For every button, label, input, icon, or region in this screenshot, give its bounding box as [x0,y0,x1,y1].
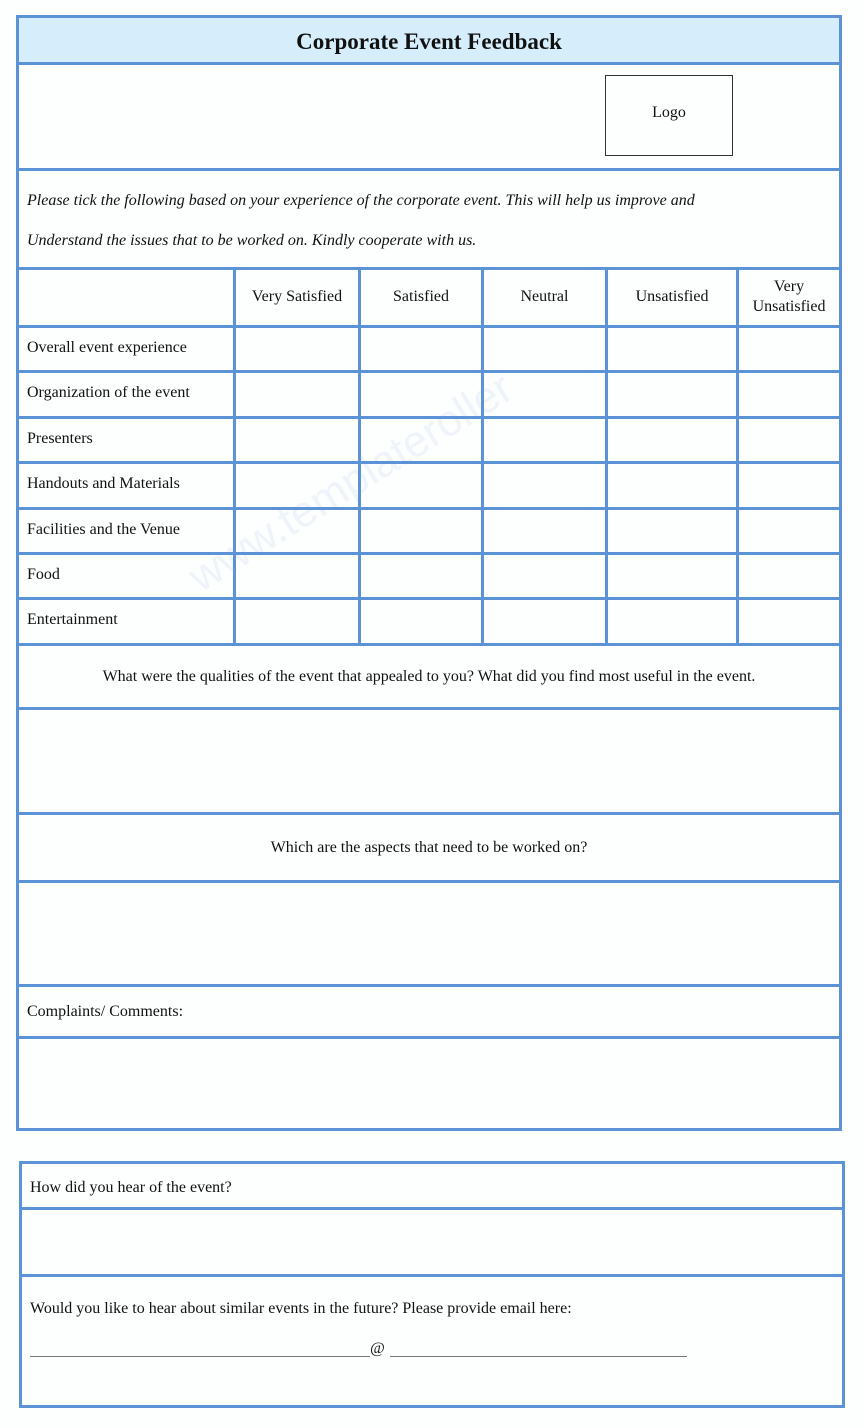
email-user-field[interactable] [30,1356,370,1357]
row-label: Food [27,566,60,583]
divider [19,984,839,987]
row-label: Handouts and Materials [27,475,180,493]
rating-cell[interactable] [739,600,839,642]
rating-cell[interactable] [236,600,358,642]
row-label: Presenters [27,429,93,447]
rating-cell[interactable] [608,464,736,506]
email-question: Would you like to hear about similar eve… [30,1300,572,1317]
rating-cell[interactable] [236,464,358,506]
rating-cell[interactable] [739,328,839,370]
rating-cell[interactable] [361,510,481,552]
column-header-line: Unsatisfied [752,298,826,315]
email-at-sign: @ [370,1340,385,1357]
hear-answer-area[interactable] [22,1210,842,1274]
rating-cell[interactable] [361,464,481,506]
rating-cell[interactable] [608,419,736,461]
rating-cell[interactable] [608,510,736,552]
rating-cell[interactable] [484,510,605,552]
rating-cell[interactable] [236,555,358,597]
feedback-form: Corporate Event Feedback Logo Please tic… [16,15,842,1131]
followup-form: How did you hear of the event? Would you… [19,1161,845,1408]
rating-cell[interactable] [608,373,736,415]
column-header: Satisfied [393,288,449,305]
row-label: Organization of the event [27,384,190,402]
row-divider [19,642,839,646]
column-header-line: Very [773,278,805,295]
row-label: Entertainment [27,611,118,629]
rating-cell[interactable] [739,373,839,415]
column-header: Very Unsatisfied [739,277,839,317]
column-header: Very Satisfied [251,288,343,305]
complaints-area[interactable] [19,1039,839,1128]
rating-cell[interactable] [739,510,839,552]
row-label: Overall event experience [27,339,187,356]
divider [19,812,839,815]
rating-cell[interactable] [739,555,839,597]
rating-cell[interactable] [484,600,605,642]
form-title: Corporate Event Feedback [296,29,562,54]
rating-cell[interactable] [236,419,358,461]
rating-cell[interactable] [361,328,481,370]
intro-line-1: Please tick the following based on your … [27,192,695,209]
rating-cell[interactable] [361,600,481,642]
divider [19,62,839,65]
hear-question: How did you hear of the event? [30,1179,232,1196]
row-label: Facilities and the Venue [27,520,180,538]
rating-cell[interactable] [361,555,481,597]
divider [22,1274,842,1277]
rating-cell[interactable] [608,555,736,597]
rating-cell[interactable] [484,328,605,370]
rating-cell[interactable] [236,373,358,415]
rating-cell[interactable] [236,510,358,552]
rating-cell[interactable] [361,373,481,415]
rating-cell[interactable] [739,464,839,506]
divider [19,267,839,270]
rating-cell[interactable] [361,419,481,461]
answer-appealed-area[interactable] [19,710,839,812]
rating-cell[interactable] [236,328,358,370]
rating-cell[interactable] [484,373,605,415]
column-header: Unsatisfied [635,288,709,305]
question-improve: Which are the aspects that need to be wo… [270,839,588,856]
form-header: Corporate Event Feedback [19,18,839,62]
answer-improve-area[interactable] [19,883,839,984]
email-domain-field[interactable] [390,1356,687,1357]
complaints-label: Complaints/ Comments: [27,1003,184,1020]
rating-cell[interactable] [608,328,736,370]
question-appealed: What were the qualities of the event tha… [102,668,756,685]
divider [19,168,839,171]
rating-cell[interactable] [484,555,605,597]
logo-label: Logo [652,104,686,121]
rating-cell[interactable] [484,419,605,461]
logo-placeholder: Logo [605,75,733,156]
rating-cell[interactable] [484,464,605,506]
column-header: Neutral [520,288,569,305]
intro-line-2: Understand the issues that to be worked … [27,232,477,249]
rating-cell[interactable] [739,419,839,461]
rating-cell[interactable] [608,600,736,642]
